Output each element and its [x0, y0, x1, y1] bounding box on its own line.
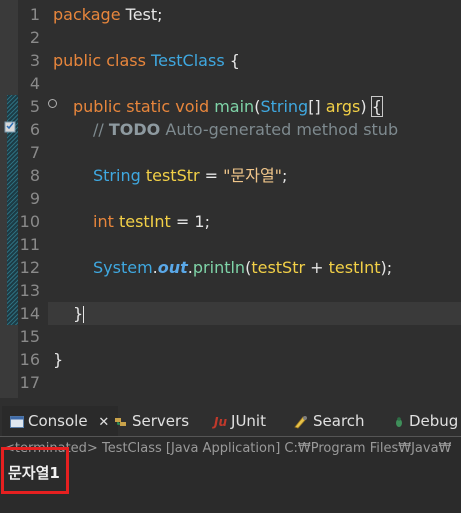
line-number: 2	[29, 28, 40, 47]
code-line-1: package Test;	[53, 3, 461, 26]
tab-debug[interactable]: Debug	[393, 406, 458, 436]
variable: testStr	[145, 166, 200, 185]
line-number: 16	[19, 350, 40, 369]
line-number: 10	[19, 212, 40, 231]
keyword: public class	[53, 51, 146, 70]
code-line-14: }	[48, 302, 461, 325]
line-number: 15	[19, 327, 40, 346]
number-literal: 1	[194, 212, 205, 231]
search-icon	[294, 415, 307, 428]
string-literal: "문자열"	[223, 166, 283, 185]
punctuation: ;	[282, 166, 288, 185]
line-number: 4	[29, 74, 40, 93]
static-field: out	[157, 258, 188, 277]
variable: testStr	[251, 258, 306, 277]
keyword: package	[53, 5, 121, 24]
todo-tag: TODO	[108, 120, 161, 139]
servers-icon	[115, 417, 126, 426]
line-number: 17	[19, 373, 40, 392]
code-line-5: public static void main(String[] args) {	[73, 95, 461, 118]
junit-icon: Ju	[214, 414, 228, 429]
tab-label: Debug	[409, 412, 459, 430]
comment: //	[93, 120, 109, 139]
task-marker-icon[interactable]	[4, 120, 17, 133]
view-tab-bar: Console ✕ Servers Ju JUnit Search Debug	[0, 406, 461, 436]
line-number: 9	[29, 189, 40, 208]
variable: testInt	[328, 258, 381, 277]
package-name: Test;	[120, 5, 163, 24]
code-line-6: // TODO Auto-generated method stub	[93, 118, 461, 141]
tab-junit[interactable]: Ju JUnit	[214, 406, 266, 436]
type-name: String	[93, 166, 141, 185]
code-area[interactable]: package Test; public class TestClass { p…	[48, 0, 461, 398]
tab-search[interactable]: Search	[293, 406, 365, 436]
parameter: args	[325, 97, 361, 116]
line-number: 11	[19, 235, 40, 254]
line-number: 14	[19, 304, 40, 323]
tab-servers[interactable]: Servers	[114, 406, 189, 436]
tab-console[interactable]: Console ✕	[2, 406, 118, 436]
highlight-box	[1, 447, 69, 494]
line-number: 13	[19, 281, 40, 300]
punctuation: ;	[204, 212, 210, 231]
code-line-16: }	[53, 348, 461, 371]
class-name: TestClass	[151, 51, 225, 70]
class-name: System	[93, 258, 153, 277]
line-number-gutter: 1 2 3 4 5 6 7 8 9 10 11 12 13 14 15 16 1…	[18, 0, 57, 398]
tab-label: Console	[28, 412, 88, 430]
line-number: 6	[29, 120, 40, 139]
close-icon[interactable]: ✕	[98, 415, 109, 430]
line-number: 8	[29, 166, 40, 185]
comment: Auto-generated method stub	[160, 120, 399, 139]
console-status-line: <terminated> TestClass [Java Application…	[4, 441, 452, 456]
matched-brace: {	[370, 96, 383, 117]
operator: =	[199, 166, 224, 185]
closing-brace: }	[53, 350, 64, 369]
line-number: 7	[29, 143, 40, 162]
punctuation: []	[308, 97, 326, 116]
keyword: public static void	[73, 97, 210, 116]
operator: +	[305, 258, 329, 277]
code-line-12: System.out.println(testStr + testInt);	[93, 256, 461, 279]
closing-brace: }	[73, 304, 84, 323]
code-line-3: public class TestClass {	[53, 49, 461, 72]
operator: =	[170, 212, 195, 231]
line-number: 5	[29, 97, 40, 116]
line-number: 12	[19, 258, 40, 277]
code-line-8: String testStr = "문자열";	[93, 164, 461, 187]
code-line-10: int testInt = 1;	[93, 210, 461, 233]
keyword: int	[93, 212, 114, 231]
tab-label: Search	[313, 412, 365, 430]
debug-icon	[396, 416, 402, 427]
method-name: main	[214, 97, 255, 116]
tab-label: Servers	[132, 412, 190, 430]
line-number: 3	[29, 51, 40, 70]
punctuation: );	[380, 258, 393, 277]
console-output[interactable]: <terminated> TestClass [Java Application…	[0, 437, 461, 513]
type-name: String	[260, 97, 309, 116]
punctuation: {	[224, 51, 240, 70]
tab-label: JUnit	[231, 412, 266, 430]
punctuation: )	[360, 97, 372, 116]
text-cursor	[83, 306, 85, 323]
console-icon	[10, 415, 24, 428]
method-name: println	[192, 258, 246, 277]
code-editor[interactable]: 1 2 3 4 5 6 7 8 9 10 11 12 13 14 15 16 1…	[0, 0, 461, 398]
line-number: 1	[29, 5, 40, 24]
variable: testInt	[118, 212, 171, 231]
